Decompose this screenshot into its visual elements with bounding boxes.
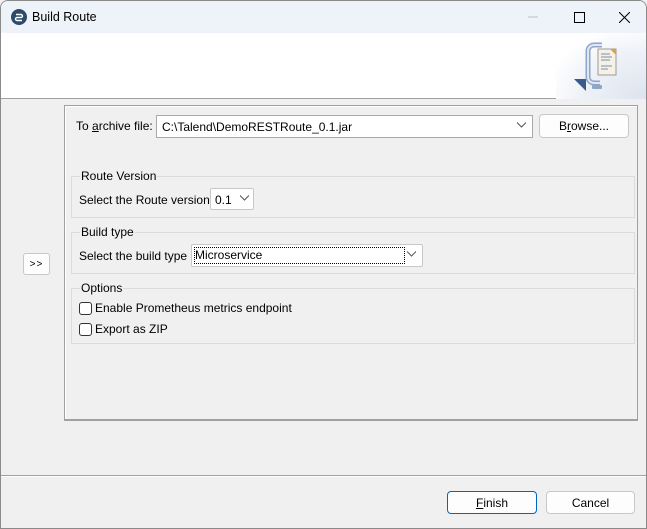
- prometheus-checkbox-label: Enable Prometheus metrics endpoint: [95, 301, 292, 315]
- archive-label-mnemonic: a: [92, 119, 99, 133]
- export-zip-checkbox-label: Export as ZIP: [95, 322, 168, 336]
- archive-file-label: To archive file:: [76, 119, 153, 133]
- browse-prefix: B: [558, 119, 567, 133]
- finish-mnemonic: F: [475, 495, 484, 510]
- build-type-group-title: Build type: [80, 225, 135, 239]
- chevron-down-icon: [407, 251, 416, 257]
- chevron-down-icon: [517, 122, 526, 128]
- prometheus-checkbox[interactable]: [79, 301, 92, 315]
- minimize-icon: [528, 16, 538, 18]
- wizard-header: [1, 33, 646, 99]
- browse-suffix: owse...: [571, 119, 610, 133]
- build-route-dialog: Build Route >> To archive file: C:\Talen…: [0, 0, 647, 529]
- footer-separator: [1, 475, 646, 477]
- archive-label-prefix: To: [76, 119, 93, 133]
- archive-label-suffix: rchive file:: [98, 119, 153, 133]
- route-version-select[interactable]: 0.1: [210, 188, 254, 210]
- finish-button[interactable]: Finish: [447, 491, 537, 514]
- title-bar: Build Route: [1, 1, 646, 33]
- export-zip-checkbox[interactable]: [79, 322, 92, 336]
- archive-file-value: C:\Talend\DemoRESTRoute_0.1.jar: [162, 120, 353, 134]
- close-icon: [618, 11, 630, 23]
- build-type-label: Select the build type: [79, 249, 188, 263]
- build-type-value: Microservice: [195, 248, 263, 262]
- export-clamp-document-icon: [574, 42, 617, 91]
- window-title: Build Route: [32, 10, 97, 24]
- route-version-value: 0.1: [215, 193, 232, 207]
- maximize-icon: [573, 11, 585, 23]
- prometheus-checkbox-row[interactable]: Enable Prometheus metrics endpoint: [79, 301, 292, 315]
- options-group-title: Options: [80, 281, 124, 295]
- finish-suffix: inish: [483, 495, 509, 510]
- archive-file-combo[interactable]: C:\Talend\DemoRESTRoute_0.1.jar: [156, 115, 533, 138]
- build-type-select[interactable]: Microservice: [191, 244, 423, 267]
- cancel-button[interactable]: Cancel: [546, 491, 635, 514]
- close-button[interactable]: [601, 1, 646, 33]
- minimize-button[interactable]: [510, 1, 556, 33]
- maximize-button[interactable]: [556, 1, 602, 33]
- app-route-icon: [11, 9, 27, 25]
- export-zip-checkbox-row[interactable]: Export as ZIP: [79, 322, 168, 336]
- route-version-group-title: Route Version: [80, 169, 158, 183]
- browse-button[interactable]: Br owse...: [539, 114, 629, 138]
- route-version-label: Select the Route version: [79, 193, 210, 207]
- chevron-down-icon: [240, 195, 249, 201]
- expand-panel-button[interactable]: >>: [23, 253, 50, 275]
